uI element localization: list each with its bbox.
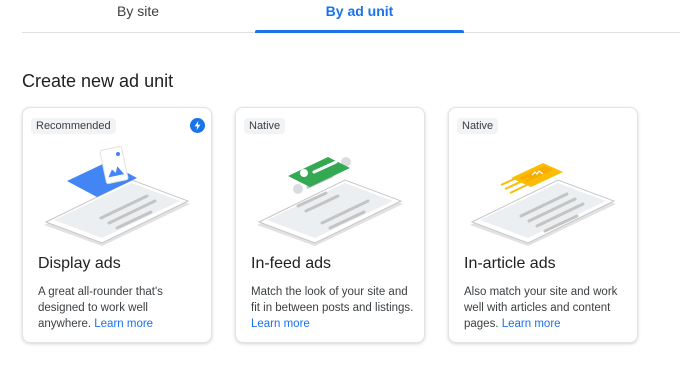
bolt-icon xyxy=(190,118,205,133)
card-title: Display ads xyxy=(38,255,121,272)
display-ad-phone-icon xyxy=(44,145,190,246)
card-description: Match the look of your site and fit in b… xyxy=(251,286,414,330)
learn-more-link[interactable]: Learn more xyxy=(502,318,561,330)
active-tab-indicator xyxy=(255,30,464,33)
section-title: Create new ad unit xyxy=(22,71,174,91)
tab-by-site[interactable]: By site xyxy=(22,0,254,32)
card-title: In-article ads xyxy=(464,255,556,272)
display-ads-card[interactable]: Recommended Display ads A great all-roun… xyxy=(22,107,212,343)
card-title: In-feed ads xyxy=(251,255,332,272)
card-description: Also match your site and work well with … xyxy=(464,286,618,330)
in-feed-ad-phone-icon xyxy=(257,157,403,246)
learn-more-link[interactable]: Learn more xyxy=(94,318,153,330)
native-chip: Native xyxy=(244,118,286,134)
native-chip: Native xyxy=(457,118,499,134)
tab-by-ad-unit[interactable]: By ad unit xyxy=(255,0,464,32)
recommended-chip: Recommended xyxy=(31,118,116,134)
in-article-ad-phone-icon xyxy=(470,163,616,246)
in-feed-ads-card[interactable]: Native In-feed ads Match the look of you… xyxy=(235,107,425,343)
card-description: A great all-rounder that's designed to w… xyxy=(38,286,163,330)
learn-more-link[interactable]: Learn more xyxy=(251,318,310,330)
in-article-ads-card[interactable]: Native In-article ads Also match your si… xyxy=(448,107,638,343)
tab-bar: By site By ad unit xyxy=(22,0,680,33)
